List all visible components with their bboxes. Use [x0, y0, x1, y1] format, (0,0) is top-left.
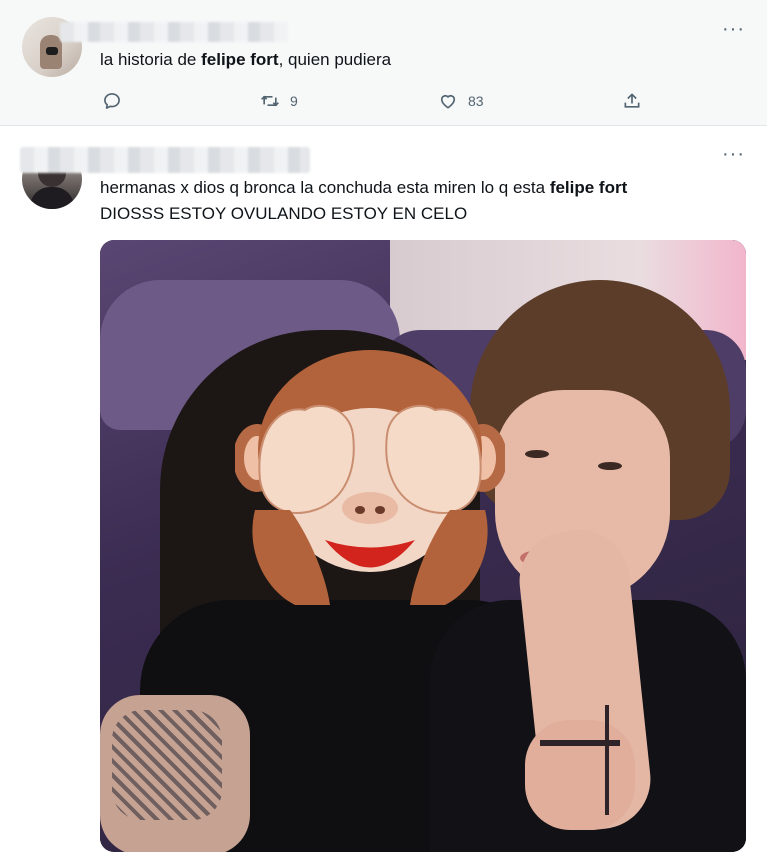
avatar-figure-detail — [30, 187, 74, 209]
share-icon — [624, 93, 640, 108]
like-count: 83 — [468, 93, 484, 109]
photo-boy-eye — [598, 462, 622, 470]
retweet-count: 9 — [290, 93, 298, 109]
tweet-photo[interactable] — [100, 240, 746, 852]
tweet[interactable]: ··· hermanas x dios q bronca la conchuda… — [0, 127, 767, 865]
blurred-username — [60, 22, 288, 42]
mention-name: felipe fort — [549, 178, 628, 197]
more-icon[interactable]: ··· — [722, 144, 745, 164]
photo-boy-eye — [525, 450, 549, 458]
tweet-text: la historia de felipe fort, quien pudier… — [100, 50, 392, 69]
photo-tattoo — [112, 710, 222, 820]
tweet-text-line: hermanas x dios q bronca la conchuda est… — [100, 178, 628, 197]
retweet-button[interactable]: 9 — [260, 88, 298, 114]
reply-button[interactable] — [102, 88, 122, 114]
retweet-icon — [261, 95, 279, 107]
tweet-actions: 9 83 — [100, 88, 660, 114]
more-icon[interactable]: ··· — [722, 19, 745, 39]
mention-name: felipe fort — [201, 50, 279, 69]
photo-hand — [525, 720, 635, 830]
tweet-text-line: DIOSSS ESTOY OVULANDO ESTOY EN CELO — [100, 204, 468, 223]
photo-hand-tattoo — [605, 705, 609, 815]
see-no-evil-monkey-icon — [235, 340, 505, 610]
like-button[interactable]: 83 — [438, 88, 484, 114]
tweet[interactable]: ··· la historia de felipe fort, quien pu… — [0, 0, 767, 126]
avatar-figure-detail — [46, 47, 58, 55]
reply-icon — [104, 93, 120, 109]
share-button[interactable] — [622, 88, 642, 114]
blurred-username — [20, 147, 310, 173]
heart-icon — [440, 94, 456, 109]
